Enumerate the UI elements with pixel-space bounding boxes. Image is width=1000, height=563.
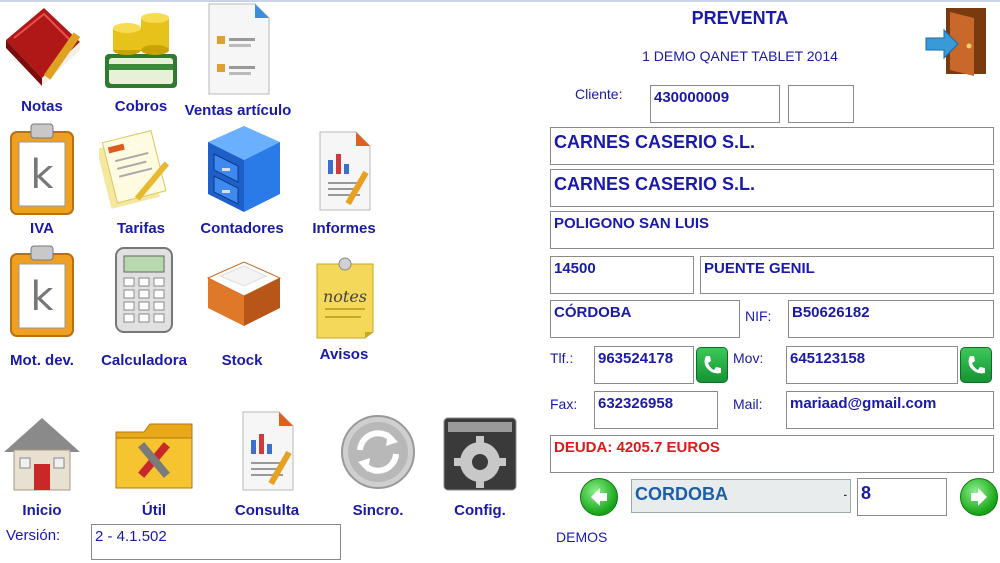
version-label: Versión: [6,527,61,544]
tlf-field[interactable]: 963524178 [594,346,694,384]
mail-label: Mail: [733,396,763,412]
route-select[interactable]: CORDOBA - [631,479,851,513]
iva-label: IVA [30,220,54,237]
tarifas-tile[interactable]: Tarifa Tarifas [96,128,186,242]
version-field: 2 - 4.1.502 [91,524,341,560]
ventas-articulo-label: Ventas artículo [184,102,292,119]
calculadora-tile[interactable]: Calculadora [96,244,192,374]
clipboard-icon: k [10,245,74,337]
sincro-tile[interactable]: Sincro. [336,410,420,522]
cliente-extra-field[interactable] [788,85,854,123]
form-subtitle: 1 DEMO QANET TABLET 2014 [642,48,838,64]
informes-tile[interactable]: Informes [302,130,386,242]
client-name1-field[interactable]: CARNES CASERIO S.L. [550,127,994,165]
fax-label: Fax: [550,396,578,412]
sticky-note-icon: notes [316,257,374,339]
config-tile[interactable]: Config. [440,410,520,522]
contadores-label: Contadores [200,220,284,237]
fax-field[interactable]: 632326958 [594,391,718,429]
call-mov-button[interactable] [960,347,992,383]
cobros-tile[interactable]: Cobros [96,2,186,118]
exit-door-icon[interactable] [924,6,990,78]
stock-tile[interactable]: Stock [196,250,288,374]
consulta-label: Consulta [234,502,300,519]
stock-label: Stock [221,352,263,369]
iva-tile[interactable]: k IVA [0,120,84,242]
avisos-label: Avisos [319,346,369,363]
informes-label: Informes [312,220,376,237]
avisos-tile[interactable]: notes Avisos [302,256,386,368]
cabinet-icon [208,126,280,212]
client-name2-field[interactable]: CARNES CASERIO S.L. [550,169,994,207]
price-list-icon: Tarifa [99,129,170,209]
notas-label: Notas [21,98,63,115]
house-icon [4,418,80,491]
mot-dev-label: Mot. dev. [10,352,74,369]
inicio-tile[interactable]: Inicio [0,410,84,522]
gear-icon [443,417,517,491]
form-title: PREVENTA [691,8,789,28]
document-icon [208,3,270,95]
address-field[interactable]: POLIGONO SAN LUIS [550,211,994,249]
mov-label: Mov: [733,350,764,366]
calculadora-label: Calculadora [101,352,187,369]
sync-icon [341,415,415,489]
mov-field[interactable]: 645123158 [786,346,958,384]
postal-code-field[interactable]: 14500 [550,256,694,294]
tarifas-label: Tarifas [116,220,166,237]
phone-icon [704,356,721,374]
city-field[interactable]: PUENTE GENIL [700,256,994,294]
inicio-label: Inicio [22,502,62,519]
util-label: Útil [141,502,167,519]
chart-report-icon [242,411,294,491]
calculator-icon [115,247,173,333]
demos-label: DEMOS [556,529,608,545]
cliente-label: Cliente: [575,86,623,102]
mot-dev-letter: k [30,274,54,320]
nif-field[interactable]: B50626182 [788,300,994,338]
report-icon [319,131,371,211]
ventas-articulo-tile[interactable]: Ventas artículo [180,2,296,122]
clipboard-icon: k [10,123,74,215]
nif-label: NIF: [745,308,772,324]
province-field[interactable]: CÓRDOBA [550,300,740,338]
coins-icon [105,13,177,88]
phone-icon [968,356,985,374]
cobros-label: Cobros [114,98,168,115]
mail-field[interactable]: mariaad@gmail.com [786,391,994,429]
route-select-value: CORDOBA [635,484,728,504]
iva-letter: k [30,152,54,198]
contadores-tile[interactable]: Contadores [194,120,290,242]
arrow-right-icon [971,488,987,506]
route-number-field[interactable]: 8 [857,478,947,516]
tools-folder-icon [115,423,193,489]
stock-box-icon [206,261,282,326]
consulta-tile[interactable]: Consulta [222,410,312,522]
config-label: Config. [454,502,506,519]
mot-dev-tile[interactable]: k Mot. dev. [0,244,84,374]
chevron-down-icon: - [843,490,847,501]
util-tile[interactable]: Útil [108,410,200,522]
call-tlf-button[interactable] [696,347,728,383]
avisos-note-text: notes [323,287,367,306]
arrow-left-icon [591,488,607,506]
previous-button[interactable] [580,478,618,516]
sincro-label: Sincro. [352,502,404,519]
debt-field: DEUDA: 4205.7 EUROS [550,435,994,473]
cliente-code-field[interactable]: 430000009 [650,85,780,123]
notas-tile[interactable]: Notas [0,2,84,118]
notes-book-icon [6,8,81,86]
tlf-label: Tlf.: [550,350,574,366]
next-button[interactable] [960,478,998,516]
